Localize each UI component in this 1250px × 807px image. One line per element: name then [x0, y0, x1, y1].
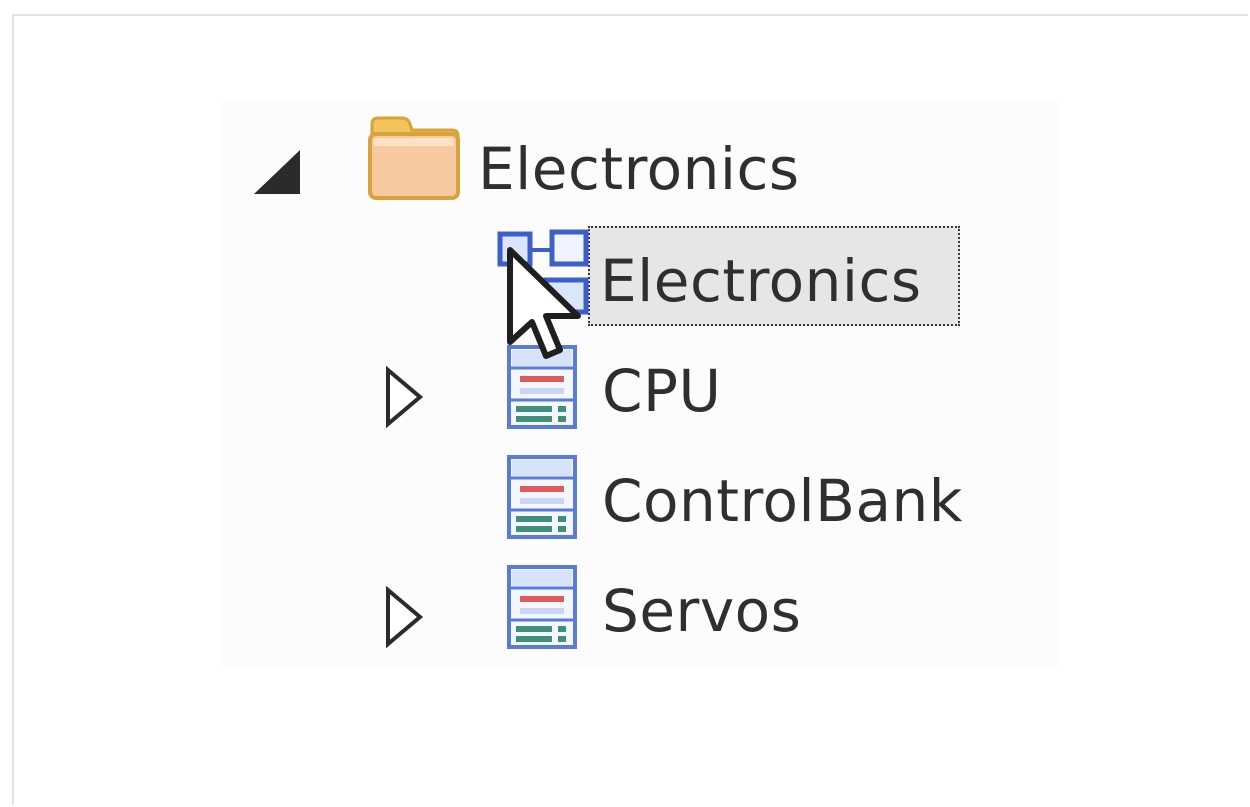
tree-item-label[interactable]: CPU — [602, 362, 721, 420]
class-element-icon — [506, 454, 578, 544]
tree-item-label[interactable]: Electronics — [600, 252, 922, 310]
tree-item-label[interactable]: Electronics — [478, 140, 800, 198]
diagram-icon[interactable] — [496, 228, 592, 328]
tree-item-label[interactable]: Servos — [602, 582, 801, 640]
class-element-icon — [506, 564, 578, 654]
folder-icon — [366, 112, 462, 206]
collapse-triangle-icon[interactable] — [250, 148, 302, 200]
tree-item-label[interactable]: ControlBank — [602, 472, 963, 530]
class-element-icon — [506, 344, 578, 434]
expand-triangle-icon[interactable] — [384, 585, 424, 652]
expand-triangle-icon[interactable] — [384, 365, 424, 432]
